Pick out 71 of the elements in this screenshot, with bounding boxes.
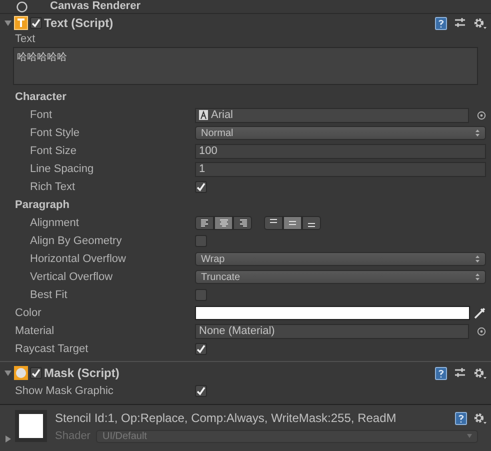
property-label: Alignment bbox=[30, 216, 79, 229]
material-name: Stencil Id:1, Op:Replace, Comp:Always, WriteMask:255, ReadM bbox=[55, 410, 398, 427]
text-area[interactable]: 哈哈哈哈哈 bbox=[13, 47, 478, 85]
alignment-button[interactable] bbox=[195, 216, 214, 230]
settings-icon[interactable] bbox=[473, 16, 487, 30]
sliders-icon[interactable] bbox=[454, 17, 466, 29]
dropdown[interactable]: Truncate bbox=[195, 270, 486, 284]
sliders-icon[interactable] bbox=[454, 367, 466, 379]
alignment-button[interactable] bbox=[283, 216, 302, 230]
caret-icon bbox=[467, 434, 472, 438]
property-label: Vertical Overflow bbox=[30, 270, 113, 283]
property-label: Align By Geometry bbox=[30, 234, 122, 247]
property-label: Font Size bbox=[30, 144, 76, 157]
align-lines-icon bbox=[308, 223, 315, 227]
help-icon[interactable] bbox=[435, 366, 447, 380]
alignment-button[interactable] bbox=[214, 216, 233, 230]
property-label: Font Style bbox=[30, 126, 80, 139]
checkbox[interactable] bbox=[195, 385, 207, 397]
alignment-button[interactable] bbox=[264, 216, 283, 230]
expanded-arrow-icon[interactable] bbox=[4, 369, 12, 377]
checkbox[interactable] bbox=[195, 289, 207, 301]
property-label: Line Spacing bbox=[30, 162, 94, 175]
checkbox[interactable] bbox=[30, 17, 42, 29]
component-icon bbox=[16, 0, 28, 12]
number-field[interactable]: 100 bbox=[195, 144, 486, 158]
alignment-button[interactable] bbox=[302, 216, 321, 230]
eyedropper-icon[interactable] bbox=[474, 307, 486, 319]
property-label: Rich Text bbox=[30, 180, 76, 193]
property-label: Raycast Target bbox=[15, 342, 88, 355]
checkbox[interactable] bbox=[195, 181, 207, 193]
component-title: Canvas Renderer bbox=[50, 0, 142, 13]
font-asset-icon bbox=[199, 110, 208, 120]
section-heading: Character bbox=[15, 90, 66, 105]
property-label: Material bbox=[15, 324, 54, 337]
component-title: Mask (Script) bbox=[44, 365, 120, 382]
section-heading: Paragraph bbox=[15, 198, 70, 213]
property-label: Color bbox=[15, 306, 42, 319]
component-title: Text (Script) bbox=[44, 15, 114, 32]
dropdown[interactable]: Normal bbox=[195, 126, 486, 140]
align-lines-icon bbox=[198, 217, 210, 229]
property-label: Font bbox=[30, 108, 52, 121]
checkbox[interactable] bbox=[195, 235, 207, 247]
property-label: Show Mask Graphic bbox=[15, 384, 114, 397]
help-icon[interactable] bbox=[455, 412, 467, 424]
object-picker-icon[interactable] bbox=[477, 110, 486, 120]
object-picker-icon[interactable] bbox=[477, 326, 486, 336]
dropdown[interactable]: Wrap bbox=[195, 252, 486, 266]
align-lines-icon bbox=[270, 219, 277, 223]
material-preview bbox=[15, 410, 47, 442]
object-field[interactable]: None (Material) bbox=[195, 324, 469, 338]
settings-icon[interactable] bbox=[473, 366, 487, 380]
align-lines-icon bbox=[218, 217, 230, 229]
dropdown-arrows-icon bbox=[475, 129, 480, 137]
expanded-arrow-icon[interactable] bbox=[4, 19, 12, 27]
checkbox[interactable] bbox=[195, 343, 207, 355]
object-field[interactable]: Arial bbox=[195, 108, 469, 122]
number-field[interactable]: 1 bbox=[195, 162, 486, 176]
align-lines-icon bbox=[289, 221, 296, 225]
collapsed-arrow-icon[interactable] bbox=[4, 435, 12, 443]
text-component-icon bbox=[14, 16, 28, 30]
dropdown-arrows-icon bbox=[475, 273, 480, 281]
settings-icon[interactable] bbox=[473, 412, 487, 424]
help-icon[interactable] bbox=[435, 16, 447, 30]
alignment-button[interactable] bbox=[233, 216, 252, 230]
property-label: Text bbox=[15, 32, 36, 47]
dropdown-arrows-icon bbox=[475, 255, 480, 263]
property-label: Best Fit bbox=[30, 288, 68, 301]
mask-component-icon bbox=[14, 366, 28, 380]
color-swatch[interactable] bbox=[195, 306, 470, 320]
checkbox[interactable] bbox=[30, 367, 42, 379]
property-label: Horizontal Overflow bbox=[30, 252, 126, 265]
